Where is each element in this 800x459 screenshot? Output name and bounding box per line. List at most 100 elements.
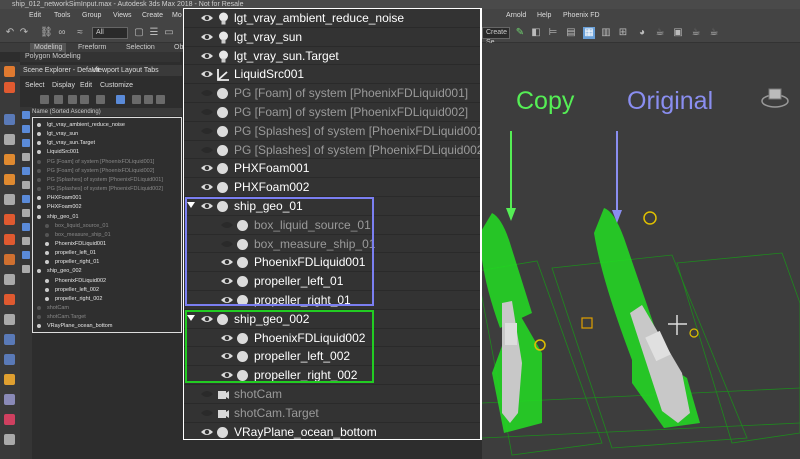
eye-icon[interactable] [200, 182, 214, 192]
eye-icon[interactable] [200, 427, 214, 437]
edit-named-sets-icon[interactable]: ✎ [514, 27, 526, 39]
visibility-toggle-icon[interactable] [37, 214, 41, 219]
visibility-toggle-icon[interactable] [45, 287, 49, 292]
visibility-toggle-icon[interactable] [45, 278, 49, 283]
filter-hidden-icon[interactable] [22, 265, 30, 273]
outliner-row[interactable]: propeller_left_01 [184, 272, 480, 291]
se-hierarchy-icon[interactable] [96, 95, 105, 104]
visibility-toggle-icon[interactable] [45, 260, 49, 265]
visibility-toggle-icon[interactable] [37, 269, 41, 274]
named-selection-dropdown[interactable]: Create Se [482, 27, 510, 46]
filter-xrefs-icon[interactable] [22, 209, 30, 217]
outliner-row[interactable]: PG [Foam] of system [PhoenixFDLiquid001] [184, 84, 480, 103]
bind-space-warp-icon[interactable]: ≈ [74, 27, 86, 39]
se-row[interactable]: box_measure_ship_01 [33, 231, 181, 239]
se-row[interactable]: PHXFoam001 [33, 194, 181, 202]
tool-7-icon[interactable] [4, 314, 15, 325]
eye-icon[interactable] [200, 69, 214, 79]
tool-8-icon[interactable] [4, 334, 15, 345]
tool-4-icon[interactable] [4, 254, 15, 265]
ribbon-toggle-icon[interactable]: ▥ [600, 27, 612, 39]
eye-icon[interactable] [220, 276, 234, 286]
se-menu-edit[interactable]: Edit [80, 80, 92, 92]
eye-icon[interactable] [200, 107, 214, 117]
scene-explorer-toggle-icon[interactable]: ▤ [565, 27, 577, 39]
se-sort-icon[interactable] [68, 95, 77, 104]
utilities-icon[interactable] [4, 174, 15, 185]
tool-3-icon[interactable] [4, 234, 15, 245]
tab-modeling[interactable]: Modeling [30, 43, 67, 52]
se-row[interactable]: shotCam [33, 304, 181, 312]
tool-6-icon[interactable] [4, 294, 15, 305]
outliner-row[interactable]: LiquidSrc001 [184, 65, 480, 85]
visibility-toggle-icon[interactable] [37, 324, 41, 329]
redo-icon[interactable]: ↷ [18, 27, 30, 39]
filter-lights-icon[interactable] [22, 139, 30, 147]
menu-arnold[interactable]: Arnold [506, 9, 526, 23]
se-row[interactable]: PhoenixFDLiquid002 [33, 277, 181, 285]
outliner-row[interactable]: ship_geo_002 [184, 310, 480, 329]
eye-icon[interactable] [200, 314, 214, 324]
se-settings-icon[interactable] [80, 95, 89, 104]
eye-icon[interactable] [220, 295, 234, 305]
se-row[interactable]: propeller_right_01 [33, 258, 181, 266]
tool-5-icon[interactable] [4, 274, 15, 285]
tab-object-paint[interactable]: Ob [174, 43, 183, 52]
outliner-row[interactable]: PhoenixFDLiquid002 [184, 329, 480, 348]
viewcube-icon[interactable] [761, 88, 789, 108]
outliner-row[interactable]: box_measure_ship_01 [184, 235, 480, 254]
outliner-row[interactable]: PG [Splashes] of system [PhoenixFDLiquid… [184, 141, 480, 160]
layer-explorer-icon[interactable]: ▦ [583, 27, 595, 39]
visibility-toggle-icon[interactable] [37, 187, 41, 192]
se-funnel-icon[interactable] [116, 95, 125, 104]
se-row[interactable]: propeller_right_002 [33, 295, 181, 303]
outliner-row[interactable]: VRayPlane_ocean_bottom [184, 423, 480, 439]
filter-frozen-icon[interactable] [22, 251, 30, 259]
tool-2-icon[interactable] [4, 214, 15, 225]
outliner-row[interactable]: box_liquid_source_01 [184, 216, 480, 235]
visibility-toggle-icon[interactable] [37, 150, 41, 155]
expand-arrow-icon[interactable] [187, 314, 195, 321]
filter-shapes-icon[interactable] [22, 125, 30, 133]
material-editor-icon[interactable]: ◕ [636, 27, 648, 39]
visibility-toggle-icon[interactable] [45, 232, 49, 237]
outliner-row[interactable]: PhoenixFDLiquid001 [184, 253, 480, 273]
unlink-icon[interactable]: ∞ [56, 27, 68, 39]
outliner-row[interactable]: PG [Foam] of system [PhoenixFDLiquid002] [184, 103, 480, 122]
eye-icon[interactable] [200, 32, 214, 42]
expand-arrow-icon[interactable] [187, 202, 195, 208]
se-row[interactable]: PG [Foam] of system [PhoenixFDLiquid001] [33, 158, 181, 166]
outliner-row[interactable]: propeller_right_01 [184, 291, 480, 310]
se-options-icon[interactable] [156, 95, 165, 104]
outliner-row[interactable]: shotCam [184, 385, 480, 404]
ribbon-subtab[interactable]: Polygon Modeling [20, 52, 180, 62]
se-row[interactable]: lgt_vray_ambient_reduce_noise [33, 121, 181, 129]
tool-10-icon[interactable] [4, 374, 15, 385]
modify-icon[interactable] [4, 82, 15, 93]
se-row[interactable]: PG [Splashes] of system [PhoenixFDLiquid… [33, 176, 181, 184]
se-row[interactable]: lgt_vray_sun [33, 130, 181, 138]
outliner-row[interactable]: lgt_vray_sun.Target [184, 47, 480, 66]
se-row[interactable]: VRayPlane_ocean_bottom [33, 322, 181, 330]
undo-icon[interactable]: ↶ [4, 27, 16, 39]
eye-icon[interactable] [220, 220, 234, 230]
mirror-icon[interactable]: ◧ [530, 27, 542, 39]
link-icon[interactable]: ⛓ [40, 27, 53, 39]
visibility-toggle-icon[interactable] [37, 177, 41, 182]
eye-icon[interactable] [220, 333, 234, 343]
selection-filter-dropdown[interactable]: All [92, 27, 128, 39]
visibility-toggle-icon[interactable] [37, 205, 41, 210]
eye-icon[interactable] [200, 88, 214, 98]
visibility-toggle-icon[interactable] [37, 306, 41, 310]
menu-create[interactable]: Create [142, 9, 163, 23]
menu-views[interactable]: Views [113, 9, 132, 23]
se-column-header[interactable]: Name (Sorted Ascending) [32, 108, 182, 116]
se-menu-customize[interactable]: Customize [100, 80, 133, 92]
visibility-toggle-icon[interactable] [37, 123, 41, 127]
tool-12-icon[interactable] [4, 414, 15, 425]
se-row[interactable]: PHXFoam002 [33, 203, 181, 211]
tool-9-icon[interactable] [4, 354, 15, 365]
outliner-row[interactable]: shotCam.Target [184, 404, 480, 423]
se-row[interactable]: propeller_left_01 [33, 249, 181, 257]
tool-13-icon[interactable] [4, 434, 15, 445]
